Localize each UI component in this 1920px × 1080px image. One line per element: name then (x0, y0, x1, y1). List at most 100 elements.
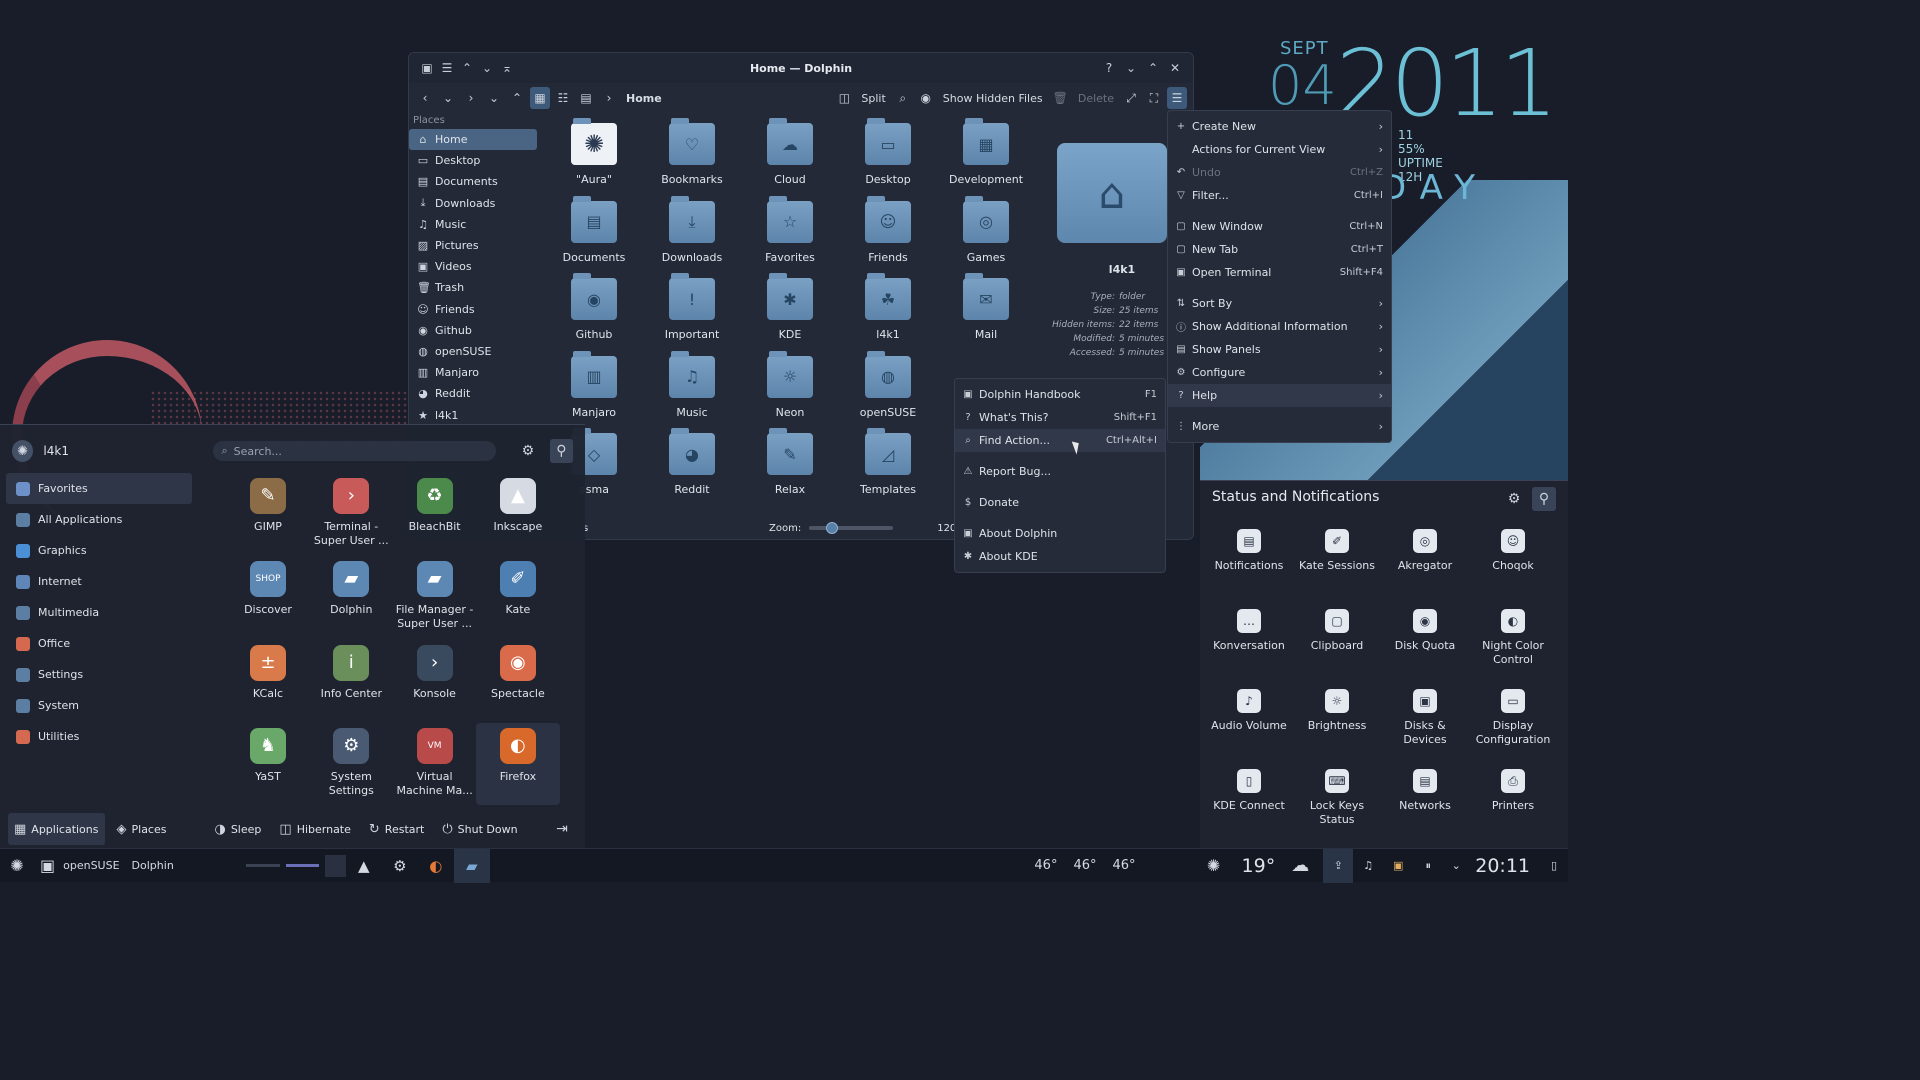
pause-icon[interactable]: ⏸ (1413, 849, 1443, 883)
app-kcalc[interactable]: ± KCalc (226, 640, 310, 722)
places-button[interactable]: ◈ Places (111, 813, 173, 845)
menu-item-new-tab[interactable]: ▢ New Tab Ctrl+T (1168, 238, 1391, 261)
window-menu-icon[interactable]: ☰ (437, 58, 457, 78)
eye-icon[interactable]: ◉ (916, 87, 936, 109)
folder-item[interactable]: ☼ Neon (745, 350, 835, 419)
tray-item-disk-quota[interactable]: ◉ Disk Quota (1381, 609, 1469, 653)
category-utilities[interactable]: Utilities (6, 721, 192, 752)
category-settings[interactable]: Settings (6, 659, 192, 690)
pager[interactable] (245, 849, 346, 883)
folder-item[interactable]: ◿ Templates (843, 428, 933, 496)
folder-item[interactable]: ! Important (647, 273, 737, 341)
app-inkscape[interactable]: ▲ Inkscape (476, 473, 560, 555)
places-item-reddit[interactable]: ◕ Reddit (409, 383, 537, 404)
tray-item-akregator[interactable]: ◎ Akregator (1381, 529, 1469, 573)
settings-gear-icon[interactable]: ⚙ (516, 439, 539, 463)
tray-expand-icon[interactable]: ⌄ (1443, 849, 1469, 883)
app-konsole[interactable]: › Konsole (393, 640, 477, 722)
shade-icon[interactable]: ⌅ (497, 58, 517, 78)
restart-button[interactable]: ↻ Restart (363, 813, 430, 845)
folder-item[interactable]: ▦ Development (941, 118, 1031, 186)
cloud-icon[interactable]: ☁ (1283, 849, 1317, 883)
tray-item-kde-connect[interactable]: ▯ KDE Connect (1205, 769, 1293, 813)
search-input[interactable]: ⌕ Search... (213, 441, 497, 461)
task-system-settings[interactable]: ⚙ (382, 849, 418, 883)
select-icon[interactable]: ⛶ (1144, 87, 1164, 109)
places-item-pictures[interactable]: ▨ Pictures (409, 235, 537, 256)
menu-item-undo[interactable]: ↶ Undo Ctrl+Z (1168, 161, 1391, 184)
folder-item[interactable]: ▤ Documents (549, 195, 639, 264)
menu-item-filter[interactable]: ▽ Filter... Ctrl+I (1168, 184, 1391, 207)
search-icon[interactable]: ⌕ (893, 87, 913, 109)
places-item-friends[interactable]: ☺ Friends (409, 299, 537, 320)
category-graphics[interactable]: Graphics (6, 535, 192, 566)
tray-item-audio-volume[interactable]: ♪ Audio Volume (1205, 689, 1293, 733)
app-info-center[interactable]: i Info Center (309, 640, 393, 722)
menu-item-configure[interactable]: ⚙ Configure › (1168, 361, 1391, 384)
forward-icon[interactable]: › (461, 87, 481, 109)
menu-item-what-s-this[interactable]: ? What's This? Shift+F1 (955, 406, 1165, 429)
menu-item-sort-by[interactable]: ⇅ Sort By › (1168, 292, 1391, 315)
folder-item[interactable]: ◕ Reddit (647, 428, 737, 496)
folder-item[interactable]: ☆ Favorites (745, 195, 835, 264)
zoom-slider[interactable] (809, 522, 894, 534)
task-opensuse[interactable]: ▣ openSUSE (34, 849, 126, 883)
minimize-icon[interactable]: ⌄ (1121, 58, 1141, 78)
app-spectacle[interactable]: ◉ Spectacle (476, 640, 560, 722)
maximize-icon[interactable]: ⌃ (1143, 58, 1163, 78)
app-system-settings[interactable]: ⚙ System Settings (309, 723, 393, 805)
category-system[interactable]: System (6, 690, 192, 721)
tray-item-notifications[interactable]: ▤ Notifications (1205, 529, 1293, 573)
zoom-slider-knob[interactable] (826, 522, 838, 534)
tray-item-kate-sessions[interactable]: ✐ Kate Sessions (1293, 529, 1381, 573)
tray-item-brightness[interactable]: ☼ Brightness (1293, 689, 1381, 733)
places-item-videos[interactable]: ▣ Videos (409, 256, 537, 277)
menu-item-dolphin-handbook[interactable]: ▣ Dolphin Handbook F1 (955, 383, 1165, 406)
places-item-documents[interactable]: ▤ Documents (409, 171, 537, 192)
pin-icon[interactable]: ⚲ (1532, 487, 1556, 511)
app-discover[interactable]: SHOP Discover (226, 556, 310, 638)
menu-item-about-kde[interactable]: ✱ About KDE (955, 545, 1165, 568)
task-dolphin-icon[interactable]: ▰ (453, 848, 490, 883)
folder-item[interactable]: ♡ Bookmarks (647, 118, 737, 186)
app-icon[interactable]: ▣ (417, 58, 437, 78)
menu-item-open-terminal[interactable]: ▣ Open Terminal Shift+F4 (1168, 261, 1391, 284)
folder-item[interactable]: ☁ Cloud (745, 118, 835, 186)
app-terminal-super-user[interactable]: › Terminal - Super User ... (309, 473, 393, 555)
show-hidden-files-button[interactable]: Show Hidden Files (939, 92, 1047, 105)
places-item-github[interactable]: ◉ Github (409, 320, 537, 341)
show-desktop-icon[interactable]: ▯ (1540, 849, 1568, 883)
forward-history-icon[interactable]: ⌄ (484, 87, 504, 109)
close-icon[interactable]: ✕ (1165, 58, 1185, 78)
tray-item-printers[interactable]: ⎙ Printers (1469, 769, 1557, 813)
menu-item-donate[interactable]: $ Donate (955, 491, 1165, 514)
breadcrumb-home[interactable]: Home (622, 92, 666, 105)
folder-item[interactable]: ◉ Github (549, 273, 639, 341)
icons-view-icon[interactable]: ▦ (530, 87, 550, 109)
up-icon[interactable]: ⌃ (507, 87, 527, 109)
tray-item-konversation[interactable]: … Konversation (1205, 609, 1293, 653)
details-view-icon[interactable]: ▤ (576, 87, 596, 109)
folder-item[interactable]: ✎ Relax (745, 428, 835, 496)
app-dolphin[interactable]: ▰ Dolphin (309, 556, 393, 638)
menu-item-help[interactable]: ? Help › (1168, 384, 1391, 407)
keep-above-icon[interactable]: ⌃ (457, 58, 477, 78)
folder-item[interactable]: ☘ l4k1 (843, 273, 933, 341)
shut-down-button[interactable]: ⏻ Shut Down (436, 813, 523, 845)
menu-item-actions-for-current-view[interactable]: Actions for Current View › (1168, 138, 1391, 161)
task-inkscape[interactable]: ▲ (346, 849, 382, 883)
category-all-applications[interactable]: All Applications (6, 504, 192, 535)
delete-button[interactable]: Delete (1074, 92, 1118, 105)
app-firefox[interactable]: ◐ Firefox (475, 722, 560, 805)
tray-item-disks-devices[interactable]: ▣ Disks & Devices (1381, 689, 1469, 747)
settings-gear-icon[interactable]: ⚙ (1502, 487, 1526, 511)
weather-temp[interactable]: 19° (1242, 855, 1276, 877)
keep-below-icon[interactable]: ⌄ (477, 58, 497, 78)
app-virtual-machine-ma[interactable]: VM Virtual Machine Ma... (393, 723, 477, 805)
avatar[interactable]: ✺ (12, 440, 34, 462)
folder-item[interactable]: ☺ Friends (843, 195, 933, 264)
places-item-downloads[interactable]: ⤓ Downloads (409, 193, 537, 214)
menu-item-new-window[interactable]: ▢ New Window Ctrl+N (1168, 215, 1391, 238)
category-multimedia[interactable]: Multimedia (6, 597, 192, 628)
folder-item[interactable]: ✉ Mail (941, 273, 1031, 341)
